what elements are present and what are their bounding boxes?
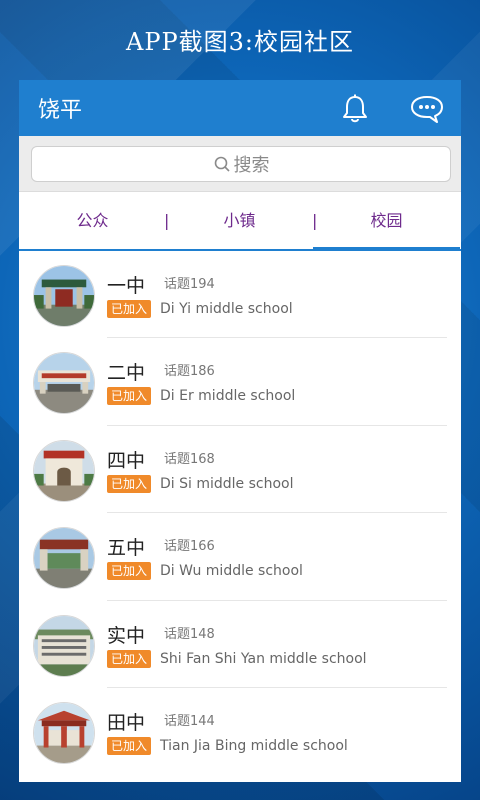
school-archway-photo bbox=[33, 439, 95, 502]
joined-badge: 已加入 bbox=[107, 649, 152, 668]
school-list: 一中 话题194 已加入 Di Yi middle school 二中 话题18… bbox=[19, 251, 461, 775]
topic-count: 话题186 bbox=[164, 364, 215, 380]
search-bar: 搜索 bbox=[19, 136, 461, 192]
search-icon bbox=[214, 156, 230, 172]
school-name: 五中 bbox=[107, 537, 146, 560]
list-item[interactable]: 一中 话题194 已加入 Di Yi middle school bbox=[19, 251, 461, 339]
school-english-name: Di Er middle school bbox=[160, 388, 296, 405]
chat-bubble-icon[interactable] bbox=[410, 94, 444, 124]
school-english-name: Shi Fan Shi Yan middle school bbox=[160, 650, 367, 667]
search-placeholder: 搜索 bbox=[233, 155, 270, 176]
tab-public[interactable]: 公众 bbox=[19, 192, 166, 249]
topic-count: 话题148 bbox=[164, 626, 215, 642]
school-gate-photo bbox=[33, 265, 95, 327]
joined-badge: 已加入 bbox=[107, 474, 152, 493]
school-building-photo bbox=[33, 614, 95, 677]
school-name: 一中 bbox=[107, 275, 146, 297]
joined-badge: 已加入 bbox=[107, 387, 152, 406]
school-english-name: Di Wu middle school bbox=[160, 563, 303, 580]
search-input[interactable]: 搜索 bbox=[31, 146, 451, 182]
app-screen: 饶平 搜索 公众 | 小镇 | 校园 一中 话题194 已加入 Di Yi mi… bbox=[19, 80, 461, 782]
joined-badge: 已加入 bbox=[107, 736, 152, 755]
list-item[interactable]: 实中 话题148 已加入 Shi Fan Shi Yan middle scho… bbox=[19, 601, 461, 689]
topic-count: 话题166 bbox=[164, 539, 215, 555]
school-name: 田中 bbox=[107, 711, 146, 734]
list-item[interactable]: 二中 话题186 已加入 Di Er middle school bbox=[19, 338, 461, 427]
tab-campus[interactable]: 校园 bbox=[313, 192, 460, 251]
topic-count: 话题168 bbox=[164, 451, 215, 467]
app-title: 饶平 bbox=[38, 98, 83, 123]
list-item[interactable]: 四中 话题168 已加入 Di Si middle school bbox=[19, 426, 461, 514]
school-name: 二中 bbox=[107, 362, 146, 385]
list-item[interactable]: 田中 话题144 已加入 Tian Jia Bing middle school bbox=[19, 688, 461, 775]
joined-badge: 已加入 bbox=[107, 562, 152, 581]
app-bar: 饶平 bbox=[19, 80, 461, 136]
school-english-name: Di Yi middle school bbox=[160, 301, 293, 317]
list-item[interactable]: 五中 话题166 已加入 Di Wu middle school bbox=[19, 513, 461, 601]
topic-count: 话题144 bbox=[164, 713, 215, 729]
school-entrance-photo bbox=[33, 352, 95, 415]
screenshot-caption: APP截图3:校园社区 bbox=[126, 28, 354, 56]
school-campus-photo bbox=[33, 527, 95, 590]
bell-icon[interactable] bbox=[341, 94, 369, 124]
joined-badge: 已加入 bbox=[107, 300, 152, 318]
school-name: 四中 bbox=[107, 449, 146, 472]
topic-count: 话题194 bbox=[164, 277, 215, 292]
school-pavilion-photo bbox=[33, 701, 95, 764]
school-name: 实中 bbox=[107, 624, 146, 647]
school-english-name: Di Si middle school bbox=[160, 475, 294, 492]
tab-town[interactable]: 小镇 bbox=[166, 192, 313, 249]
category-tabs: 公众 | 小镇 | 校园 bbox=[19, 192, 461, 251]
school-english-name: Tian Jia Bing middle school bbox=[160, 737, 348, 754]
